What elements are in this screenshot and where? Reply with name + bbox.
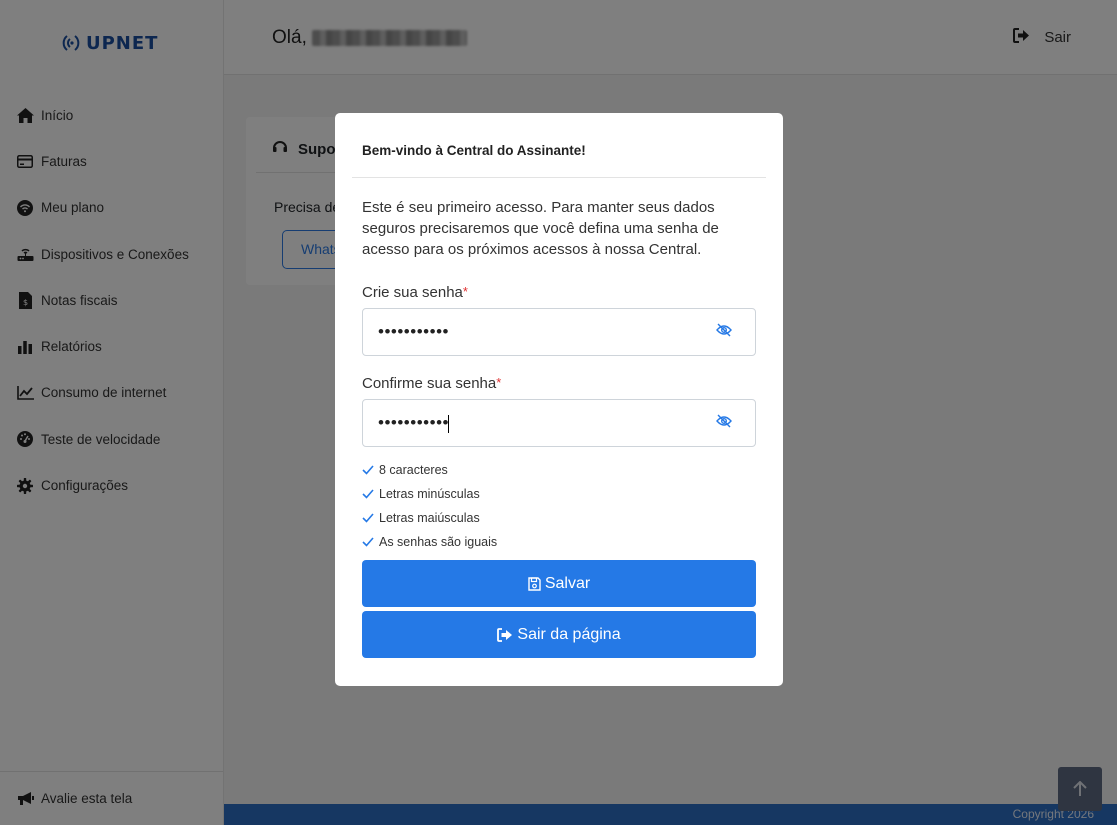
requirement-label: As senhas são iguais: [379, 535, 498, 549]
save-label: Salvar: [544, 574, 591, 592]
save-button[interactable]: Salvar: [362, 560, 756, 607]
check-icon: [362, 513, 374, 523]
text-caret: [447, 414, 449, 433]
confirm-password-label: Confirme sua senha*: [362, 375, 501, 392]
save-icon: [528, 576, 541, 591]
requirement-label: Letras minúsculas: [379, 487, 480, 501]
hide-confirm-password-icon[interactable]: [716, 414, 734, 432]
password-value: •••••••••••: [378, 322, 449, 341]
confirm-label-text: Confirme sua senha: [362, 375, 497, 392]
sign-out-icon: [497, 627, 513, 642]
requirement-label: 8 caracteres: [379, 463, 448, 477]
password-label-text: Crie sua senha: [362, 284, 463, 301]
password-label: Crie sua senha*: [362, 284, 468, 301]
first-access-modal: Bem-vindo à Central do Assinante! Este é…: [335, 113, 783, 686]
required-mark: *: [496, 375, 502, 390]
check-icon: [362, 537, 374, 547]
requirement-label: Letras maiúsculas: [379, 511, 480, 525]
confirm-password-value: •••••••••••: [378, 413, 449, 432]
requirement-item: 8 caracteres: [362, 458, 497, 482]
modal-divider: [352, 177, 766, 178]
exit-page-label: Sair da página: [517, 625, 621, 643]
password-requirements: 8 caracteres Letras minúsculas Letras ma…: [362, 458, 497, 554]
requirement-item: As senhas são iguais: [362, 530, 497, 554]
hide-password-icon[interactable]: [716, 323, 734, 341]
required-mark: *: [462, 284, 468, 299]
requirement-item: Letras maiúsculas: [362, 506, 497, 530]
modal-description: Este é seu primeiro acesso. Para manter …: [362, 199, 719, 258]
password-field[interactable]: •••••••••••: [362, 308, 756, 356]
confirm-password-field[interactable]: •••••••••••: [362, 399, 756, 447]
modal-title: Bem-vindo à Central do Assinante!: [362, 143, 586, 158]
requirement-item: Letras minúsculas: [362, 482, 497, 506]
check-icon: [362, 465, 374, 475]
check-icon: [362, 489, 374, 499]
confirm-password-value-wrap: •••••••••••: [378, 413, 716, 433]
exit-page-button[interactable]: Sair da página: [362, 611, 756, 658]
